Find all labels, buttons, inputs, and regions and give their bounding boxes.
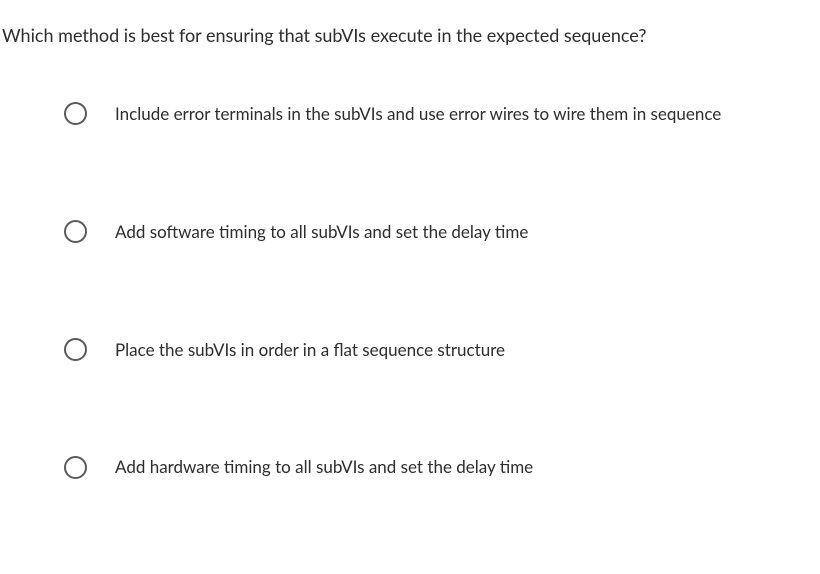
radio-button-option-2[interactable] — [64, 220, 87, 243]
option-label: Include error terminals in the subVIs an… — [115, 102, 721, 126]
option-row[interactable]: Include error terminals in the subVIs an… — [64, 102, 820, 126]
option-row[interactable]: Add hardware timing to all subVIs and se… — [64, 455, 820, 479]
option-row[interactable]: Add software timing to all subVIs and se… — [64, 220, 820, 244]
radio-button-option-4[interactable] — [64, 456, 87, 479]
options-list: Include error terminals in the subVIs an… — [0, 102, 820, 479]
option-label: Add software timing to all subVIs and se… — [115, 220, 528, 244]
option-label: Add hardware timing to all subVIs and se… — [115, 455, 533, 479]
question-text: Which method is best for ensuring that s… — [0, 24, 820, 46]
option-row[interactable]: Place the subVIs in order in a flat sequ… — [64, 338, 820, 362]
radio-button-option-1[interactable] — [64, 102, 87, 125]
question-container: Which method is best for ensuring that s… — [0, 0, 820, 479]
option-label: Place the subVIs in order in a flat sequ… — [115, 338, 505, 362]
radio-button-option-3[interactable] — [64, 338, 87, 361]
